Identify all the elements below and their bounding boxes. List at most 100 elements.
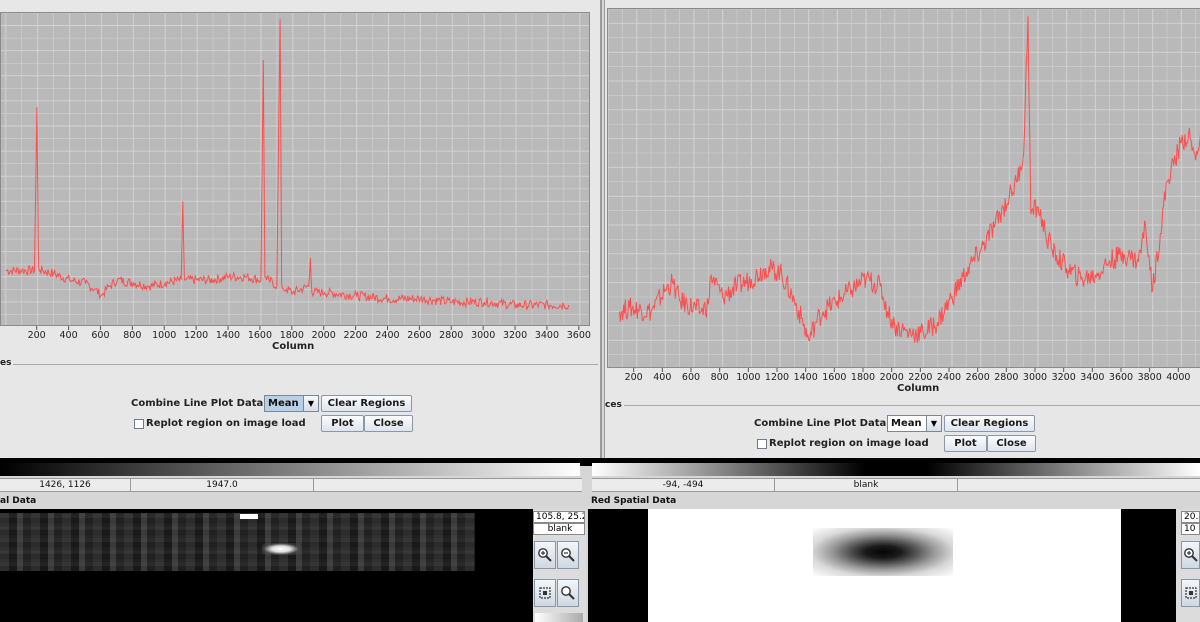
right-chart-tick-label: 1600 xyxy=(822,372,846,383)
right-panel-title: Red Spatial Data xyxy=(591,496,677,506)
left-spatial-noise xyxy=(0,513,475,571)
right-status-coords: -94, -494 xyxy=(592,479,775,491)
right-chart-tick-label: 400 xyxy=(653,372,671,383)
left-chart-tick-label: 1400 xyxy=(216,330,240,341)
right-line-plot-window: 200 400 600 800 1000 1200 1400 1600 1800 2000 2200… xyxy=(604,0,1200,458)
right-plot-area[interactable] xyxy=(607,8,1200,368)
right-chart-tick-label: 2200 xyxy=(908,372,932,383)
right-colorbar xyxy=(592,463,1200,476)
left-chart-tick-label: 800 xyxy=(123,330,141,341)
zoom-reset-icon xyxy=(561,586,575,600)
left-chart-tick-label: 600 xyxy=(91,330,109,341)
right-x-axis-label: Column xyxy=(897,383,940,394)
left-status-bar: 1426, 1126 1947.0 xyxy=(0,478,582,492)
right-spatial-image[interactable] xyxy=(588,509,1176,622)
left-panel-title-bar xyxy=(0,494,586,508)
chevron-down-icon[interactable]: ▼ xyxy=(303,396,318,411)
left-readout-coords: 105.8, 25.2 xyxy=(533,511,585,523)
left-readout-value: blank xyxy=(533,523,585,535)
left-chart-tick-label: 200 xyxy=(28,330,46,341)
zoom-out-icon xyxy=(561,548,575,562)
left-close-button[interactable]: Close xyxy=(364,415,413,432)
right-combine-select[interactable]: Mean ▼ xyxy=(887,415,942,432)
left-chart-tick-label: 2200 xyxy=(344,330,368,341)
left-zoom-fit-button[interactable] xyxy=(534,579,556,607)
right-chart-tick-label: 2000 xyxy=(880,372,904,383)
left-combine-label: Combine Line Plot Data via xyxy=(131,398,284,409)
left-plot-svg xyxy=(1,13,589,325)
right-chart-tick-label: 3400 xyxy=(1080,372,1104,383)
right-chart-tick-label: 600 xyxy=(682,372,700,383)
left-chart-tick-label: 3600 xyxy=(567,330,591,341)
right-plot-svg xyxy=(608,9,1200,367)
right-chart-tick-label: 1800 xyxy=(851,372,875,383)
right-chart-tick-label: 2400 xyxy=(937,372,961,383)
right-close-button[interactable]: Close xyxy=(987,435,1036,452)
right-chart-tick-label: 1400 xyxy=(794,372,818,383)
zoom-in-icon xyxy=(1183,548,1198,562)
right-readout-value: 10 xyxy=(1181,523,1200,535)
right-chart-series-line xyxy=(619,16,1200,343)
left-chart-tick-label: 3400 xyxy=(535,330,559,341)
left-chart-tick-label: 1000 xyxy=(152,330,176,341)
left-chart-tick-label: 2000 xyxy=(312,330,336,341)
right-chart-tick-label: 3200 xyxy=(1052,372,1076,383)
right-replot-checkbox[interactable] xyxy=(757,439,767,449)
right-status-value: blank xyxy=(775,479,958,491)
left-replot-label: Replot region on image load xyxy=(146,418,306,429)
left-spatial-hotpixel xyxy=(240,514,258,519)
left-spatial-source xyxy=(262,543,300,555)
left-chart-tick-label: 400 xyxy=(59,330,77,341)
zoom-fit-icon xyxy=(1184,587,1197,599)
right-clear-regions-button[interactable]: Clear Regions xyxy=(944,415,1035,432)
right-chart-tick-label: 4000 xyxy=(1166,372,1190,383)
left-combine-select[interactable]: Mean ▼ xyxy=(264,395,319,412)
left-plot-area[interactable] xyxy=(0,12,590,326)
right-chart-tick-label: 1200 xyxy=(765,372,789,383)
right-zoom-in-button[interactable] xyxy=(1181,541,1200,569)
right-chart-tick-label: 200 xyxy=(625,372,643,383)
left-spatial-image[interactable] xyxy=(0,509,533,622)
left-chart-tick-label: 3000 xyxy=(471,330,495,341)
left-chart-tick-label: 2800 xyxy=(439,330,463,341)
left-plot-button[interactable]: Plot xyxy=(321,415,364,432)
right-controls-separator xyxy=(619,405,1200,406)
left-chart-grid xyxy=(1,13,589,325)
left-zoom-in-button[interactable] xyxy=(534,541,556,569)
left-chart-tick-label: 1800 xyxy=(280,330,304,341)
left-replot-checkbox[interactable] xyxy=(134,419,144,429)
left-clear-regions-button[interactable]: Clear Regions xyxy=(321,395,412,412)
right-chart-grid xyxy=(608,9,1200,367)
right-zoom-fit-button[interactable] xyxy=(1181,579,1200,607)
right-spatial-source xyxy=(813,528,953,576)
right-chart-tick-label: 1000 xyxy=(736,372,760,383)
right-plot-button[interactable]: Plot xyxy=(944,435,987,452)
left-zoom-out-button[interactable] xyxy=(557,541,579,569)
right-readout-coords: 20.1 xyxy=(1181,511,1200,523)
left-panel-title: al Data xyxy=(0,496,37,506)
left-side-colorstrip xyxy=(535,613,583,622)
right-chart-tick-label: 2600 xyxy=(966,372,990,383)
left-chart-tick-label: 2600 xyxy=(407,330,431,341)
right-chart-tick-label: 3000 xyxy=(1023,372,1047,383)
left-x-axis-label: Column xyxy=(272,341,315,352)
left-status-value: 1947.0 xyxy=(131,479,314,491)
left-line-plot-window: 200 400 600 800 1000 1200 1400 1600 1800 2000 2200… xyxy=(0,0,602,458)
right-section-title: ces xyxy=(605,400,624,410)
left-controls-separator xyxy=(10,364,598,365)
right-status-bar: -94, -494 blank xyxy=(592,478,1200,492)
right-panel-title-bar xyxy=(588,494,1200,508)
left-chart-tick-label: 3200 xyxy=(503,330,527,341)
left-colorbar xyxy=(0,463,580,476)
right-chart-tick-label: 3800 xyxy=(1138,372,1162,383)
left-zoom-reset-button[interactable] xyxy=(557,579,579,607)
zoom-in-icon xyxy=(538,548,552,562)
left-section-title: es xyxy=(0,358,14,368)
chevron-down-icon[interactable]: ▼ xyxy=(926,416,941,431)
right-chart-tick-label: 3600 xyxy=(1109,372,1133,383)
right-chart-tick-label: 800 xyxy=(711,372,729,383)
right-replot-label: Replot region on image load xyxy=(769,438,929,449)
right-combine-label: Combine Line Plot Data via xyxy=(754,418,907,429)
right-chart-tick-label: 2800 xyxy=(994,372,1018,383)
left-combine-value: Mean xyxy=(265,396,304,411)
